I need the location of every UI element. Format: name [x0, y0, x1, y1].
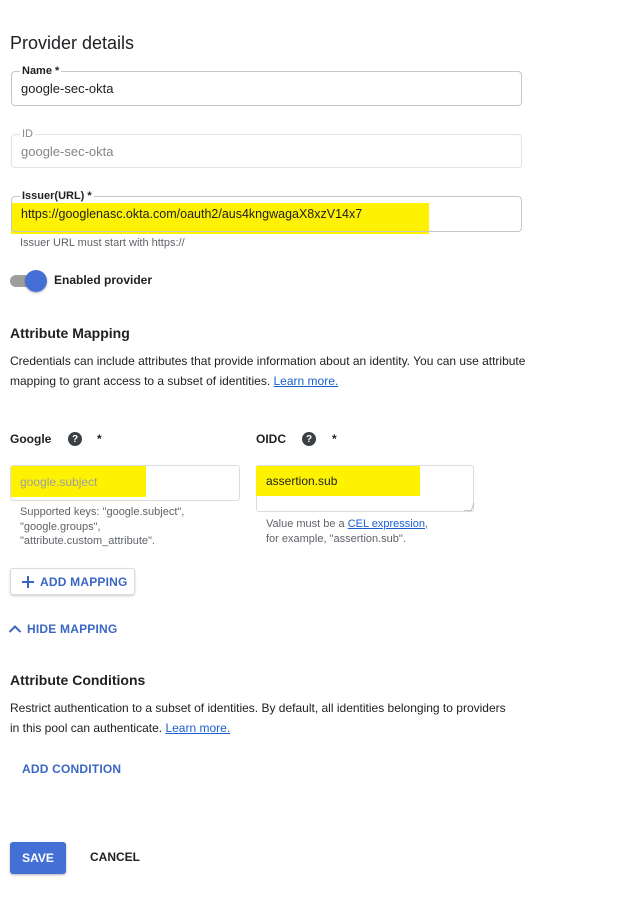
google-help-icon[interactable]: ?	[68, 432, 82, 446]
plus-icon	[22, 575, 34, 588]
google-column-header: Google	[10, 432, 52, 446]
oidc-required-star: *	[332, 432, 337, 446]
enabled-provider-toggle-knob[interactable]	[25, 270, 47, 292]
id-field: ID google-sec-okta	[11, 127, 522, 168]
oidc-helper-line-2: for example, "assertion.sub".	[266, 533, 406, 545]
add-condition-button[interactable]: ADD CONDITION	[22, 762, 121, 776]
cancel-button[interactable]: CANCEL	[90, 850, 140, 864]
hide-mapping-label: HIDE MAPPING	[27, 622, 118, 636]
attribute-mapping-title: Attribute Mapping	[10, 325, 130, 341]
oidc-helper-text: Value must be a CEL expression, for exam…	[266, 517, 428, 547]
attribute-conditions-description-text: Restrict authentication to a subset of i…	[10, 701, 506, 735]
attribute-conditions-description: Restrict authentication to a subset of i…	[10, 698, 510, 738]
issuer-helper-text: Issuer URL must start with https://	[20, 237, 185, 249]
oidc-helper-prefix: Value must be a	[266, 518, 348, 530]
provider-details-title: Provider details	[10, 33, 135, 53]
name-field[interactable]: Name * google-sec-okta	[11, 64, 522, 106]
chevron-up-icon	[8, 625, 22, 633]
add-mapping-button[interactable]: ADD MAPPING	[10, 568, 135, 595]
add-mapping-label: ADD MAPPING	[40, 574, 128, 589]
oidc-attribute-value[interactable]: assertion.sub	[266, 474, 337, 488]
enabled-provider-label: Enabled provider	[54, 273, 153, 287]
attribute-mapping-description: Credentials can include attributes that …	[10, 351, 530, 391]
google-helper-line-3: "attribute.custom_attribute".	[20, 535, 155, 547]
google-helper-line-2: "google.groups",	[20, 520, 101, 533]
hide-mapping-button[interactable]: HIDE MAPPING	[8, 622, 117, 636]
google-helper-text: Supported keys: "google.subject", "googl…	[20, 505, 184, 549]
oidc-helper-suffix: ,	[424, 518, 429, 530]
oidc-help-icon[interactable]: ?	[302, 432, 316, 446]
name-input[interactable]: google-sec-okta	[21, 72, 512, 105]
oidc-column-header: OIDC	[256, 432, 286, 446]
issuer-input[interactable]: https://googlenasc.okta.com/oauth2/aus4k…	[21, 197, 512, 231]
attribute-mapping-learn-more-link[interactable]: Learn more.	[274, 374, 339, 388]
google-attribute-placeholder: google.subject	[20, 475, 98, 489]
attribute-conditions-title: Attribute Conditions	[10, 672, 146, 688]
issuer-field[interactable]: Issuer(URL) * https://googlenasc.okta.co…	[11, 189, 522, 232]
google-helper-line-1: Supported keys: "google.subject",	[20, 506, 185, 518]
save-button[interactable]: SAVE	[10, 842, 66, 874]
id-input: google-sec-okta	[21, 143, 114, 159]
attribute-conditions-learn-more-link[interactable]: Learn more.	[165, 721, 230, 735]
google-required-star: *	[97, 432, 102, 446]
attribute-mapping-description-text: Credentials can include attributes that …	[10, 354, 526, 388]
cel-expression-link[interactable]: CEL expression	[348, 518, 425, 530]
oidc-helper-line-1: Value must be a CEL expression,	[266, 517, 428, 532]
